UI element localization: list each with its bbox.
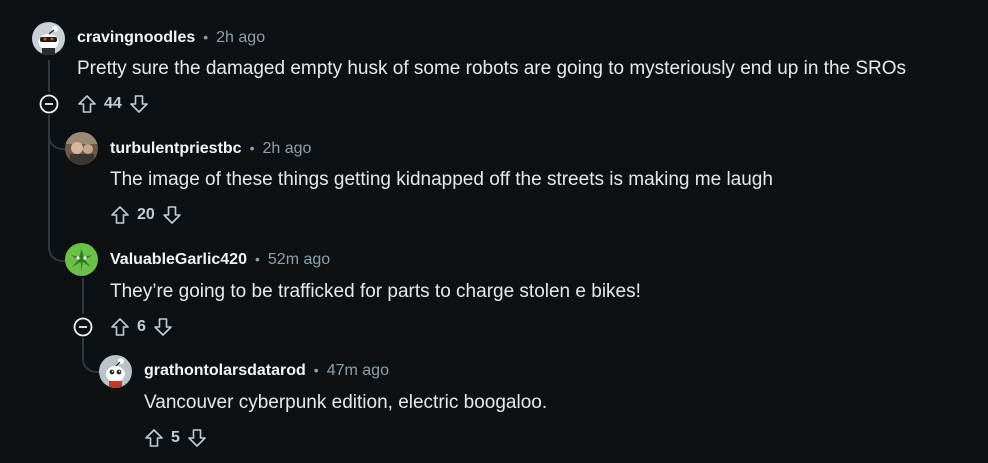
upvote-button[interactable] <box>109 204 131 226</box>
collapse-thread-button[interactable] <box>38 93 60 115</box>
meta-separator: • <box>249 140 255 156</box>
downvote-button[interactable] <box>161 204 183 226</box>
comment-body: Pretty sure the damaged empty husk of so… <box>77 58 907 79</box>
downvote-button[interactable] <box>152 316 174 338</box>
upvote-button[interactable] <box>143 427 165 449</box>
vote-score: 20 <box>137 206 155 223</box>
avatar[interactable] <box>65 243 98 276</box>
meta-separator: • <box>203 29 209 45</box>
upvote-arrow-icon <box>111 318 129 336</box>
upvote-button[interactable] <box>76 93 98 115</box>
vote-actions: 5 <box>143 427 208 449</box>
comment-meta: ValuableGarlic420 • 52m ago <box>110 251 330 269</box>
vote-actions: 44 <box>76 93 150 115</box>
author-name[interactable]: cravingnoodles <box>77 29 195 47</box>
upvote-arrow-icon <box>78 95 96 113</box>
thread-line-reply-2 <box>82 278 84 314</box>
vote-actions: 20 <box>109 204 183 226</box>
timestamp[interactable]: 47m ago <box>327 362 389 380</box>
comment-meta: turbulentpriestbc • 2h ago <box>110 140 311 158</box>
author-name[interactable]: grathontolarsdatarod <box>144 362 306 380</box>
upvote-button[interactable] <box>109 316 131 338</box>
comment-body: Vancouver cyberpunk edition, electric bo… <box>144 392 548 413</box>
thread-elbow-reply-1 <box>48 114 66 150</box>
avatar[interactable] <box>65 132 98 165</box>
downvote-arrow-icon <box>129 95 148 113</box>
upvote-arrow-icon <box>111 206 129 224</box>
thread-line-root <box>48 60 50 92</box>
downvote-arrow-icon <box>154 318 172 336</box>
downvote-button[interactable] <box>186 427 208 449</box>
comment-body: They’re going to be trafficked for parts… <box>110 281 641 302</box>
thread-elbow-reply-2 <box>48 150 66 262</box>
timestamp[interactable]: 52m ago <box>268 251 330 269</box>
avatar[interactable] <box>99 355 132 388</box>
downvote-arrow-icon <box>188 429 206 447</box>
vote-actions: 6 <box>109 316 174 338</box>
comment-body: The image of these things getting kidnap… <box>110 169 773 190</box>
downvote-arrow-icon <box>162 206 181 224</box>
comment-meta: grathontolarsdatarod • 47m ago <box>144 362 389 380</box>
snoo-avatar-icon <box>32 22 65 55</box>
collapse-minus-icon <box>73 317 93 337</box>
photo-avatar-icon <box>65 132 98 165</box>
meta-separator: • <box>254 251 260 267</box>
snoo-avatar-icon <box>99 355 132 388</box>
collapse-thread-button[interactable] <box>72 316 94 338</box>
author-name[interactable]: turbulentpriestbc <box>110 140 242 158</box>
vote-score: 44 <box>104 95 122 112</box>
timestamp[interactable]: 2h ago <box>262 140 311 158</box>
avatar[interactable] <box>32 22 65 55</box>
collapse-minus-icon <box>39 94 59 114</box>
vote-score: 5 <box>171 429 180 446</box>
thread-elbow-reply-3 <box>82 337 100 373</box>
upvote-arrow-icon <box>145 429 163 447</box>
author-name[interactable]: ValuableGarlic420 <box>110 251 247 269</box>
downvote-button[interactable] <box>128 93 150 115</box>
meta-separator: • <box>313 362 319 378</box>
timestamp[interactable]: 2h ago <box>216 29 265 47</box>
comment-meta: cravingnoodles • 2h ago <box>77 29 265 47</box>
leaf-avatar-icon <box>65 243 98 276</box>
vote-score: 6 <box>137 318 146 335</box>
